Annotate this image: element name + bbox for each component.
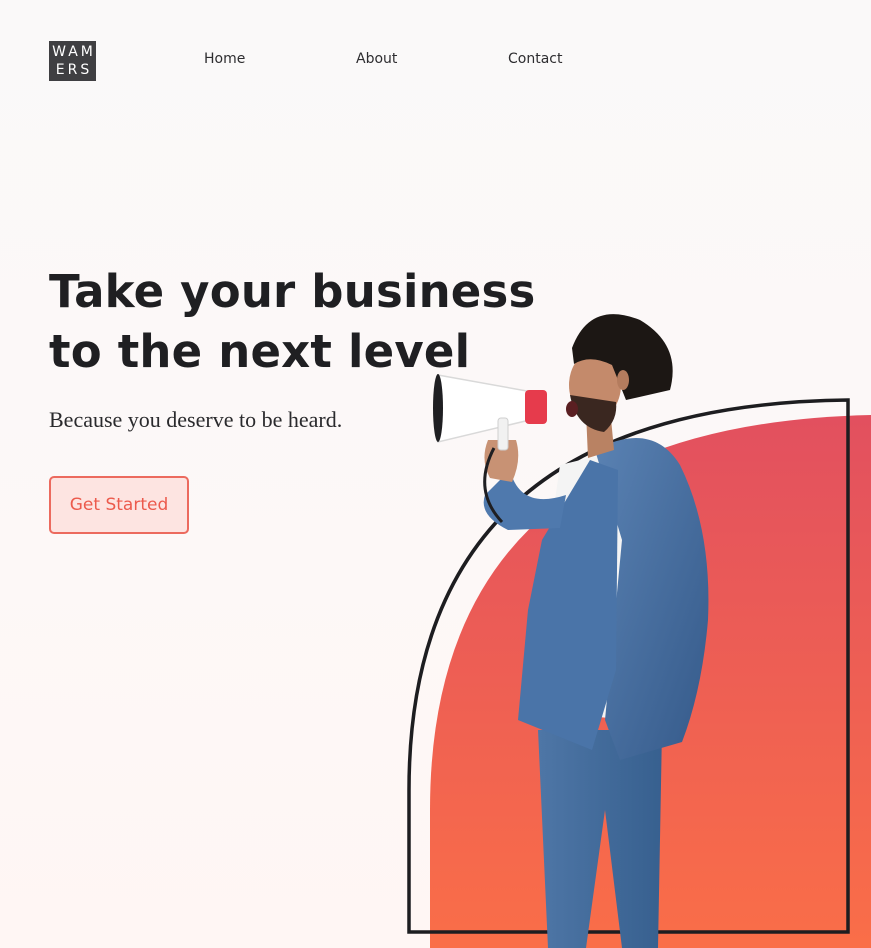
logo-text-line2: ERS: [55, 62, 93, 78]
logo[interactable]: WAM ERS: [49, 41, 96, 81]
logo-text-line1: WAM: [52, 44, 96, 60]
get-started-button[interactable]: Get Started: [49, 476, 189, 534]
hero-subtitle: Because you deserve to be heard.: [49, 407, 343, 432]
nav-link-about[interactable]: About: [356, 51, 397, 67]
hero-illustration: [407, 314, 871, 948]
nav-link-contact[interactable]: Contact: [508, 51, 562, 67]
nav-link-home[interactable]: Home: [204, 51, 245, 67]
